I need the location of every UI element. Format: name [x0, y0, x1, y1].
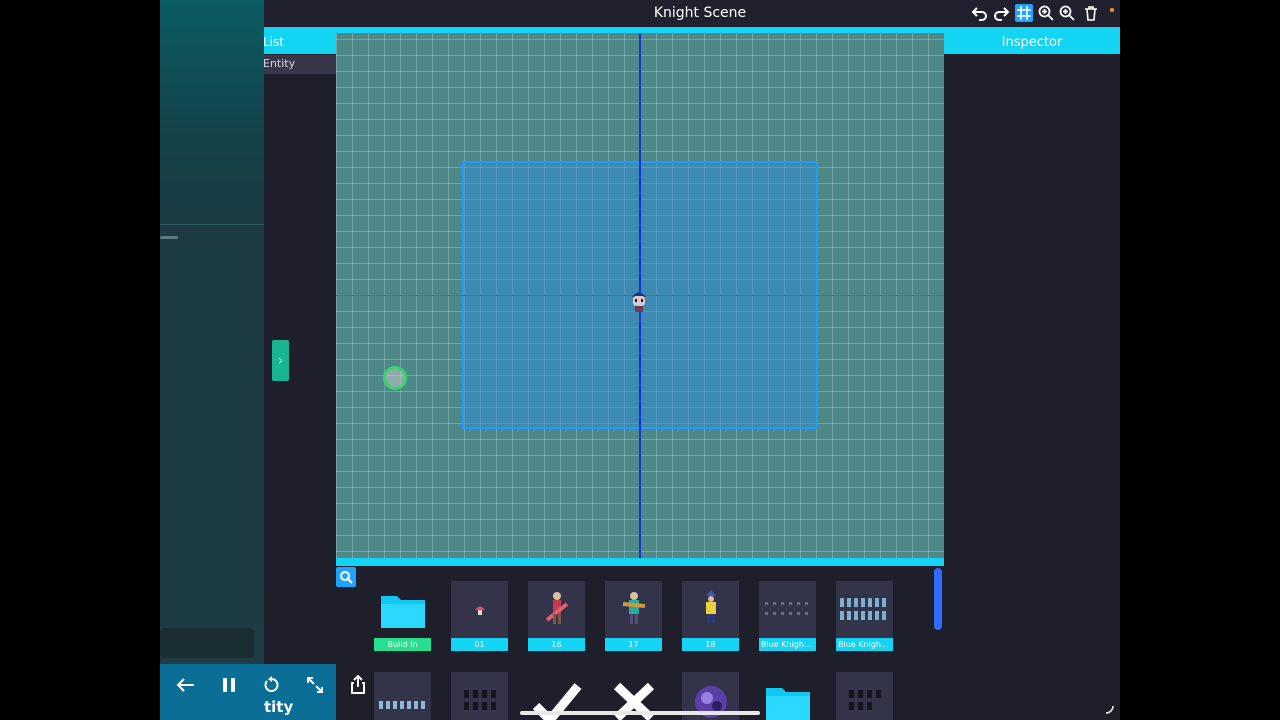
zoom-in-icon[interactable]: [1037, 4, 1055, 22]
asset-label: Build In: [374, 638, 431, 651]
entity-row[interactable]: Entity: [263, 55, 336, 74]
folder-icon: [759, 672, 816, 720]
mushroom-sprite-icon: [451, 581, 508, 638]
asset-tile[interactable]: [374, 672, 431, 720]
asset-tile[interactable]: 16: [528, 581, 585, 651]
spawn-point-marker[interactable]: [383, 366, 407, 390]
panel-footer-field[interactable]: [160, 628, 254, 658]
knight-sprite[interactable]: [628, 288, 650, 314]
sprite-sheet-icon: [374, 672, 431, 720]
inspector-panel: Inspector: [944, 27, 1120, 720]
asset-panel-top-bar: [336, 558, 944, 566]
scene-viewport[interactable]: [336, 33, 944, 558]
sprite-sheet-dark-icon: [451, 672, 508, 720]
zoom-out-icon[interactable]: [1058, 4, 1076, 22]
screen: List Entity › Knight Scene Inspector Bui…: [0, 0, 1280, 720]
grid-icon[interactable]: [1015, 4, 1033, 22]
inspector-header: Inspector: [944, 27, 1120, 54]
sprite-sheet-icon: [836, 581, 893, 638]
knight-yellow-sprite-icon: [682, 581, 739, 638]
asset-tile[interactable]: 17: [605, 581, 662, 651]
sprite-sheet-dark-icon: [836, 672, 893, 720]
asset-browser: Build In 01 16 17 18 Blue Knight... Blue…: [336, 566, 944, 720]
restart-icon[interactable]: [258, 671, 286, 699]
editor-app: List Entity › Knight Scene Inspector Bui…: [160, 0, 1120, 720]
panel-resize-handle[interactable]: [160, 236, 178, 239]
sprite-sheet-icon: [759, 581, 816, 638]
expand-panel-tab[interactable]: ›: [272, 340, 289, 381]
search-icon[interactable]: [336, 567, 356, 587]
back-arrow-icon[interactable]: [172, 671, 200, 699]
entity-list-title: List: [264, 35, 284, 49]
entity-list-header: List: [264, 27, 336, 54]
pause-icon[interactable]: [215, 671, 243, 699]
folder-icon: [374, 581, 431, 638]
share-icon[interactable]: [344, 671, 372, 699]
asset-label: Blue Knight...: [759, 638, 816, 651]
undo-icon[interactable]: [971, 4, 989, 22]
asset-tile[interactable]: [836, 672, 893, 720]
redo-icon[interactable]: [992, 4, 1010, 22]
resize-corner-icon: [1104, 704, 1114, 714]
left-panel: [160, 0, 264, 720]
fullscreen-icon[interactable]: [301, 671, 329, 699]
asset-label: 17: [605, 638, 662, 651]
chevron-right-icon: ›: [277, 352, 284, 369]
inspector-title: Inspector: [1001, 35, 1063, 50]
asset-tile[interactable]: [451, 672, 508, 720]
add-entity-label: tity: [264, 698, 294, 716]
entity-row-label: Entity: [263, 57, 296, 70]
recording-indicator: [1110, 8, 1114, 12]
knight-teal-sprite-icon: [605, 581, 662, 638]
asset-tile-build-in[interactable]: Build In: [374, 581, 431, 651]
asset-tile[interactable]: Blue Knight...: [836, 581, 893, 651]
asset-label: 18: [682, 638, 739, 651]
panel-divider: [160, 224, 264, 225]
asset-tile[interactable]: Blue Knight...: [759, 581, 816, 651]
asset-label: Blue Knight...: [836, 638, 893, 651]
asset-label: 16: [528, 638, 585, 651]
asset-label: 01: [451, 638, 508, 651]
asset-scrollbar[interactable]: [934, 568, 942, 630]
knight-red-sprite-icon: [528, 581, 585, 638]
asset-tile[interactable]: 01: [451, 581, 508, 651]
asset-tile[interactable]: 18: [682, 581, 739, 651]
trash-icon[interactable]: [1082, 4, 1100, 22]
home-indicator[interactable]: [520, 711, 760, 715]
asset-tile[interactable]: [759, 672, 816, 720]
scene-title: Knight Scene: [653, 5, 747, 21]
title-bar: Knight Scene: [264, 0, 1120, 27]
